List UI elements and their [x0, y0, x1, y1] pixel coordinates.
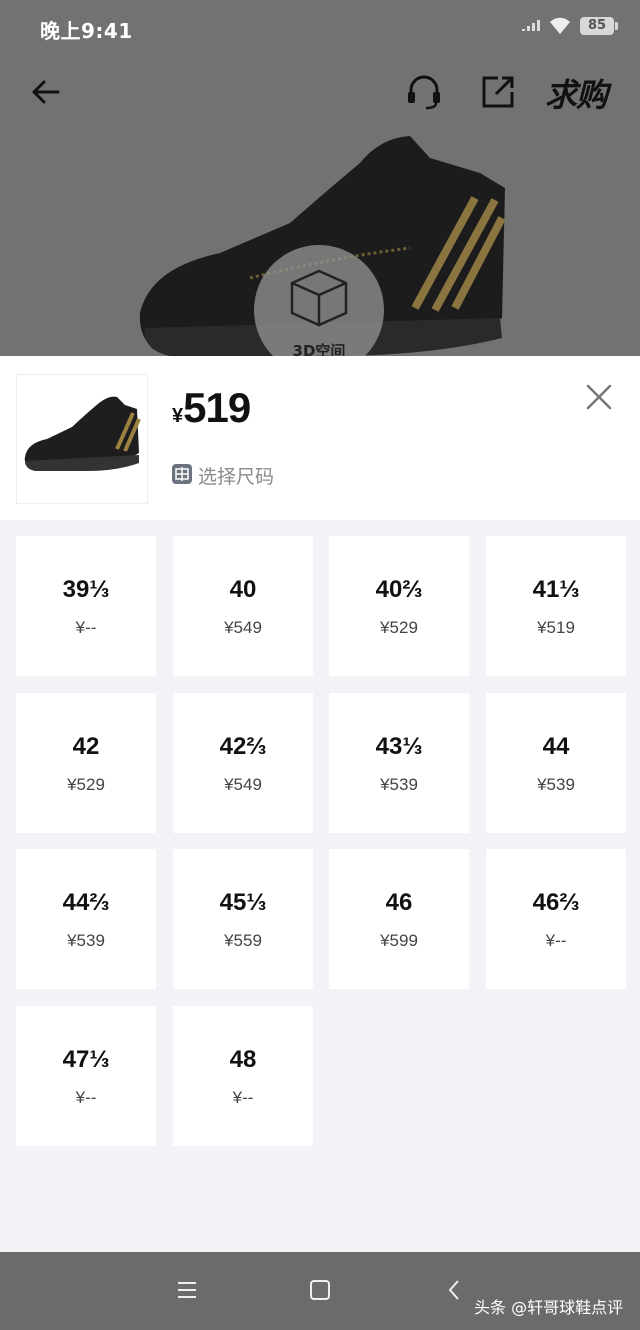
size-option-price: ¥539: [537, 775, 575, 794]
size-option-label: 45⅓: [219, 889, 267, 916]
size-tag-icon: [172, 464, 192, 484]
size-option[interactable]: 45⅓ ¥559: [173, 849, 313, 989]
size-option[interactable]: 46 ¥599: [329, 849, 469, 989]
price-currency: ¥: [172, 405, 184, 427]
size-option-price: ¥529: [67, 775, 105, 794]
size-option-price: ¥--: [75, 618, 97, 637]
size-option[interactable]: 40 ¥549: [173, 536, 313, 676]
select-size-label: 选择尺码: [198, 466, 275, 488]
size-option[interactable]: 43⅓ ¥539: [329, 693, 469, 833]
status-time: 晚上9:41: [40, 19, 133, 43]
size-option-label: 40: [229, 576, 257, 603]
home-icon[interactable]: [310, 1280, 330, 1300]
size-option[interactable]: 42 ¥529: [16, 693, 156, 833]
back-arrow-icon[interactable]: [28, 74, 64, 110]
status-bar: 晚上9:41 85: [0, 0, 640, 54]
share-icon[interactable]: [478, 72, 518, 112]
size-option[interactable]: 40⅔ ¥529: [329, 536, 469, 676]
size-option-price: ¥539: [67, 931, 105, 950]
size-option-label: 42: [72, 733, 100, 760]
wifi-icon: [550, 17, 570, 34]
selected-price: ¥519: [172, 384, 251, 432]
size-option-label: 41⅓: [532, 576, 580, 603]
product-thumbnail: [16, 374, 148, 504]
sheet-header: ¥519 选择尺码: [0, 356, 640, 520]
size-option[interactable]: 39⅓ ¥--: [16, 536, 156, 676]
close-icon[interactable]: [582, 380, 616, 414]
size-option-price: ¥539: [380, 775, 418, 794]
system-nav-bar: 头条 @轩哥球鞋点评: [0, 1252, 640, 1330]
size-option-label: 44⅔: [62, 889, 110, 916]
size-option[interactable]: 47⅓ ¥--: [16, 1006, 156, 1146]
size-option[interactable]: 41⅓ ¥519: [486, 536, 626, 676]
size-option[interactable]: 44⅔ ¥539: [16, 849, 156, 989]
size-option[interactable]: 46⅔ ¥--: [486, 849, 626, 989]
size-option-label: 44: [542, 733, 570, 760]
size-option-label: 43⅓: [375, 733, 423, 760]
size-option-label: 40⅔: [375, 576, 423, 603]
size-option-label: 48: [229, 1046, 257, 1073]
size-option-price: ¥519: [537, 618, 575, 637]
size-option-price: ¥529: [380, 618, 418, 637]
back-icon[interactable]: [446, 1278, 462, 1302]
size-option-label: 42⅔: [219, 733, 267, 760]
price-value: 519: [183, 384, 251, 431]
size-option-label: 39⅓: [62, 576, 110, 603]
size-option[interactable]: 42⅔ ¥549: [173, 693, 313, 833]
size-option-price: ¥--: [75, 1088, 97, 1107]
size-option[interactable]: 44 ¥539: [486, 693, 626, 833]
headset-support-icon[interactable]: [404, 72, 444, 112]
size-selection-sheet: ¥519 选择尺码 39⅓ ¥-- 40 ¥549 40⅔ ¥529 41⅓ ¥519 42 ¥5…: [0, 356, 640, 1252]
size-option-label: 46⅔: [532, 889, 580, 916]
size-option-price: ¥549: [224, 618, 262, 637]
menu-icon[interactable]: [176, 1280, 198, 1300]
size-option-price: ¥--: [545, 931, 567, 950]
size-option-price: ¥549: [224, 775, 262, 794]
size-option-price: ¥--: [232, 1088, 254, 1107]
signal-icon: [522, 20, 540, 31]
size-option-price: ¥599: [380, 931, 418, 950]
size-option-label: 46: [385, 889, 413, 916]
size-option-price: ¥559: [224, 931, 262, 950]
battery-icon: 85: [580, 17, 618, 35]
size-option-label: 47⅓: [62, 1046, 110, 1073]
size-option[interactable]: 48 ¥--: [173, 1006, 313, 1146]
cube-3d-icon: [290, 269, 348, 327]
top-nav: 求购: [0, 60, 640, 120]
watermark: 头条 @轩哥球鞋点评: [474, 1298, 624, 1317]
wanted-button[interactable]: 求购: [545, 70, 608, 116]
